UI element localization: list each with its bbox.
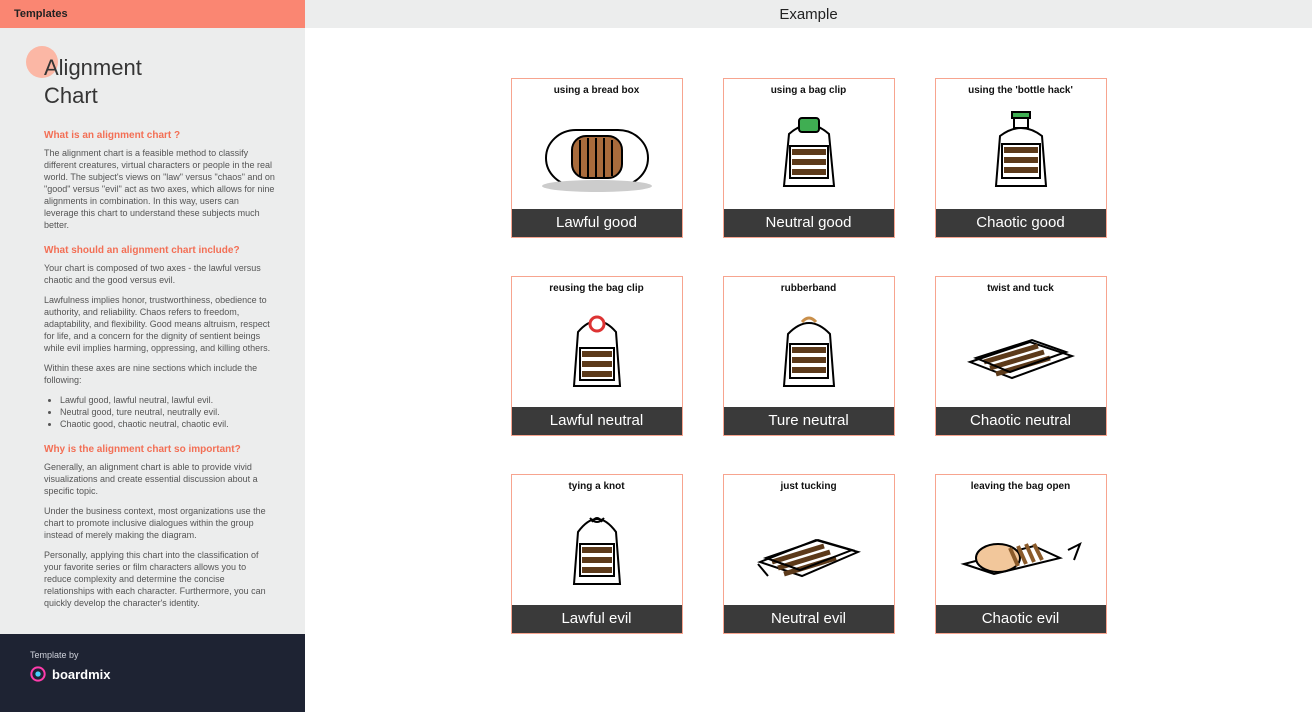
cell-label: Ture neutral [724, 407, 894, 435]
cell-label: Lawful good [512, 209, 682, 237]
main-header-title: Example [779, 6, 837, 23]
main: Example using a bread box [305, 0, 1312, 712]
alignment-grid: using a bread box [511, 78, 1107, 712]
cell-neutral-evil: just tucking [723, 474, 895, 634]
section-heading: Why is the alignment chart so important? [44, 444, 275, 455]
cell-chaotic-good: using the 'bottle hack' Chaotic good [935, 78, 1107, 238]
reuse-clip-icon [512, 296, 682, 407]
brand-name: boardmix [52, 667, 111, 682]
cell-chaotic-neutral: twist and tuck Chaotic ne [935, 276, 1107, 436]
cell-true-neutral: rubberband Ture neutral [723, 276, 895, 436]
section-heading: What is an alignment chart ? [44, 130, 275, 141]
cell-caption: twist and tuck [936, 277, 1106, 296]
cell-caption: using a bag clip [724, 79, 894, 98]
cell-label: Chaotic neutral [936, 407, 1106, 435]
cell-caption: rubberband [724, 277, 894, 296]
page-title: Alignment Chart [44, 54, 275, 110]
footer-label: Template by [30, 650, 305, 660]
cell-caption: using a bread box [512, 79, 682, 98]
section-paragraph: The alignment chart is a feasible method… [44, 147, 275, 231]
title-line-2: Chart [44, 83, 98, 108]
bread-box-icon [512, 98, 682, 209]
list-item: Neutral good, ture neutral, neutrally ev… [60, 406, 275, 418]
cell-label: Chaotic good [936, 209, 1106, 237]
section-paragraph: Personally, applying this chart into the… [44, 549, 275, 609]
section-why: Why is the alignment chart so important?… [44, 444, 275, 609]
section-paragraph: Generally, an alignment chart is able to… [44, 461, 275, 497]
rubberband-icon [724, 296, 894, 407]
cell-label: Neutral good [724, 209, 894, 237]
list-item: Lawful good, lawful neutral, lawful evil… [60, 394, 275, 406]
cell-caption: leaving the bag open [936, 475, 1106, 494]
sidebar-body: Alignment Chart What is an alignment cha… [0, 28, 305, 634]
list-item: Chaotic good, chaotic neutral, chaotic e… [60, 418, 275, 430]
knot-icon [512, 494, 682, 605]
cell-label: Lawful neutral [512, 407, 682, 435]
twist-tuck-icon [936, 296, 1106, 407]
cell-neutral-good: using a bag clip Neutral good [723, 78, 895, 238]
section-paragraph: Lawfulness implies honor, trustworthines… [44, 294, 275, 354]
section-what-is: What is an alignment chart ? The alignme… [44, 130, 275, 231]
just-tucking-icon [724, 494, 894, 605]
bag-clip-icon [724, 98, 894, 209]
cell-caption: just tucking [724, 475, 894, 494]
cell-label: Neutral evil [724, 605, 894, 633]
section-bullet-list: Lawful good, lawful neutral, lawful evil… [44, 394, 275, 430]
section-heading: What should an alignment chart include? [44, 245, 275, 256]
section-paragraph: Under the business context, most organiz… [44, 505, 275, 541]
cell-caption: using the 'bottle hack' [936, 79, 1106, 98]
cell-label: Lawful evil [512, 605, 682, 633]
title-line-1: Alignment [44, 55, 142, 80]
canvas: using a bread box [305, 28, 1312, 712]
bag-open-icon [936, 494, 1106, 605]
sidebar: Templates Alignment Chart What is an ali… [0, 0, 305, 712]
cell-caption: tying a knot [512, 475, 682, 494]
cell-lawful-evil: tying a knot Lawful evil [511, 474, 683, 634]
section-paragraph: Within these axes are nine sections whic… [44, 362, 275, 386]
main-header: Example [305, 0, 1312, 28]
templates-tab-label: Templates [14, 8, 68, 20]
page: Templates Alignment Chart What is an ali… [0, 0, 1312, 712]
section-include: What should an alignment chart include? … [44, 245, 275, 430]
section-paragraph: Your chart is composed of two axes - the… [44, 262, 275, 286]
cell-label: Chaotic evil [936, 605, 1106, 633]
boardmix-logo-icon [30, 666, 46, 682]
brand[interactable]: boardmix [30, 666, 305, 682]
cell-caption: reusing the bag clip [512, 277, 682, 296]
cell-lawful-good: using a bread box [511, 78, 683, 238]
templates-tab[interactable]: Templates [0, 0, 305, 28]
sidebar-footer: Template by boardmix [0, 634, 305, 712]
cell-lawful-neutral: reusing the bag clip Lawful neutral [511, 276, 683, 436]
bottle-hack-icon [936, 98, 1106, 209]
cell-chaotic-evil: leaving the bag open [935, 474, 1107, 634]
